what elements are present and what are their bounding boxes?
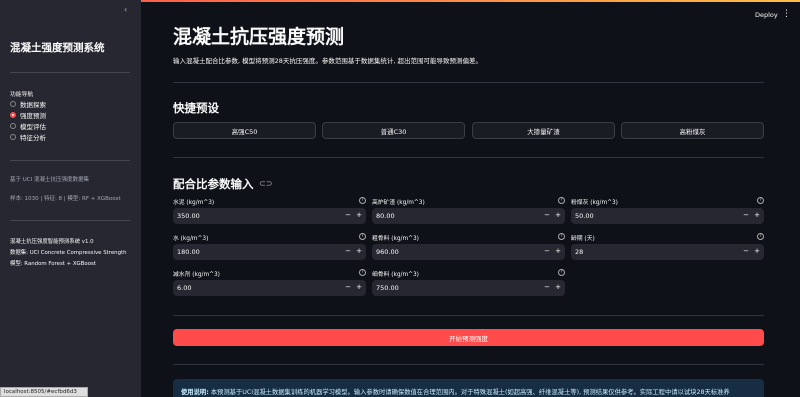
nav-radio-model-eval[interactable]: 模型评估: [10, 121, 46, 131]
input-value: 80.00: [376, 212, 395, 220]
help-icon[interactable]: ?: [359, 233, 366, 240]
help-icon[interactable]: ?: [558, 233, 565, 240]
input-value: 960.00: [376, 248, 399, 256]
decrement-button[interactable]: −: [544, 283, 550, 291]
field-label-age: 龄期 (天): [571, 236, 595, 242]
divider: [173, 82, 764, 83]
sidebar-stats: 样本: 1030 | 特征: 8 | 模型: RF + XGBoost: [10, 196, 121, 202]
input-value: 50.00: [575, 212, 594, 220]
preset-button-flyash[interactable]: 高粉煤灰: [621, 122, 764, 139]
preset-button-c50[interactable]: 高强C50: [173, 122, 316, 139]
increment-button[interactable]: +: [555, 247, 561, 255]
field-label-flyash: 粉煤灰 (kg/m^3): [571, 200, 618, 206]
decrement-button[interactable]: −: [345, 247, 351, 255]
nav-radio-data-explore[interactable]: 数据探索: [10, 99, 46, 109]
increment-button[interactable]: +: [754, 211, 760, 219]
decrement-button[interactable]: −: [544, 247, 550, 255]
input-value: 750.00: [376, 284, 399, 292]
anchor-link-icon[interactable]: ⊂⊃: [259, 179, 272, 188]
increment-button[interactable]: +: [356, 247, 362, 255]
flyash-input[interactable]: 50.00 − +: [571, 208, 764, 224]
help-icon[interactable]: ?: [757, 233, 764, 240]
water-input[interactable]: 180.00 − +: [173, 244, 366, 260]
page-title: 混凝土抗压强度预测: [173, 26, 345, 48]
field-label-cement: 水泥 (kg/m^3): [173, 200, 215, 206]
presets-heading: 快捷预设: [173, 101, 219, 115]
input-value: 180.00: [177, 248, 200, 256]
sidebar-based-on: 基于 UCI 混凝土抗压强度数据集: [10, 177, 89, 183]
info-box: 使用说明: 本预测基于UCI混凝土数据集训练的机器学习模型。输入参数时请确保数值…: [173, 379, 764, 397]
nav-item-label: 特征分析: [20, 134, 46, 142]
increment-button[interactable]: +: [356, 211, 362, 219]
decrement-button[interactable]: −: [743, 247, 749, 255]
nav-radio-predict[interactable]: 强度预测: [10, 110, 46, 120]
sidebar: ‹ 混凝土强度预测系统 功能导航 数据探索 强度预测 模型评估 特征分析 基于 …: [0, 0, 141, 397]
chevron-left-icon[interactable]: ‹: [124, 5, 127, 14]
decrement-button[interactable]: −: [544, 211, 550, 219]
nav-radio-feature-analysis[interactable]: 特征分析: [10, 132, 46, 142]
input-value: 28: [575, 248, 584, 256]
help-icon[interactable]: ?: [359, 197, 366, 204]
help-icon[interactable]: ?: [359, 269, 366, 276]
params-heading: 配合比参数输入: [173, 177, 254, 191]
coarse-aggregate-input[interactable]: 960.00 − +: [372, 244, 565, 260]
radio-icon: [10, 123, 16, 129]
cement-input[interactable]: 350.00 − +: [173, 208, 366, 224]
divider: [173, 157, 764, 158]
preset-button-c30[interactable]: 普通C30: [322, 122, 465, 139]
radio-icon: [10, 134, 16, 140]
field-label-slag: 高炉矿渣 (kg/m^3): [372, 200, 425, 206]
decrement-button[interactable]: −: [345, 211, 351, 219]
info-bold: 使用说明:: [181, 389, 209, 396]
help-icon[interactable]: ?: [558, 197, 565, 204]
help-icon[interactable]: ?: [757, 197, 764, 204]
nav-item-label: 模型评估: [20, 123, 46, 131]
divider: [173, 315, 764, 316]
info-text: 使用说明: 本预测基于UCI混凝土数据集训练的机器学习模型。输入参数时请确保数值…: [181, 387, 730, 396]
increment-button[interactable]: +: [356, 283, 362, 291]
sidebar-title: 混凝土强度预测系统: [10, 42, 105, 54]
sidebar-divider: [10, 160, 130, 161]
increment-button[interactable]: +: [754, 247, 760, 255]
field-label-superplasticizer: 减水剂 (kg/m^3): [173, 272, 220, 278]
help-icon[interactable]: ?: [558, 269, 565, 276]
nav-item-label: 强度预测: [20, 112, 46, 120]
sidebar-divider: [10, 72, 130, 73]
field-label-fine-aggregate: 细骨料 (kg/m^3): [372, 272, 419, 278]
slag-input[interactable]: 80.00 − +: [372, 208, 565, 224]
sidebar-model: 模型: Random Forest + XGBoost: [10, 261, 96, 267]
kebab-menu-icon[interactable]: ⋮: [782, 9, 791, 19]
increment-button[interactable]: +: [555, 211, 561, 219]
status-url-bar: localhost:8505/#ecfbd6d3: [0, 387, 88, 397]
input-value: 6.00: [177, 284, 192, 292]
increment-button[interactable]: +: [555, 283, 561, 291]
nav-item-label: 数据探索: [20, 101, 46, 109]
fine-aggregate-input[interactable]: 750.00 − +: [372, 280, 565, 296]
preset-button-slag[interactable]: 大掺量矿渣: [472, 122, 615, 139]
superplasticizer-input[interactable]: 6.00 − +: [173, 280, 366, 296]
sidebar-system-name: 混凝土抗压强度智能预测系统 v1.0: [10, 239, 94, 245]
deploy-button[interactable]: Deploy: [755, 11, 778, 19]
sidebar-dataset: 数据集: UCI Concrete Compressive Strength: [10, 250, 127, 256]
divider: [173, 364, 764, 365]
radio-icon: [10, 101, 16, 107]
field-label-coarse-aggregate: 粗骨料 (kg/m^3): [372, 236, 419, 242]
decrement-button[interactable]: −: [743, 211, 749, 219]
info-body: 本预测基于UCI混凝土数据集训练的机器学习模型。输入参数时请确保数值在合理范围内…: [208, 389, 730, 396]
nav-label: 功能导航: [10, 92, 34, 98]
field-label-water: 水 (kg/m^3): [173, 236, 209, 242]
radio-selected-icon: [10, 112, 16, 118]
decrement-button[interactable]: −: [345, 283, 351, 291]
page-caption: 输入混凝土配合比参数, 模型将预测28天抗压强度。参数范围基于数据集统计, 超出…: [173, 57, 483, 65]
predict-button[interactable]: 开始预测强度: [173, 329, 764, 346]
input-value: 350.00: [177, 212, 200, 220]
age-input[interactable]: 28 − +: [571, 244, 764, 260]
sidebar-divider: [10, 220, 130, 221]
